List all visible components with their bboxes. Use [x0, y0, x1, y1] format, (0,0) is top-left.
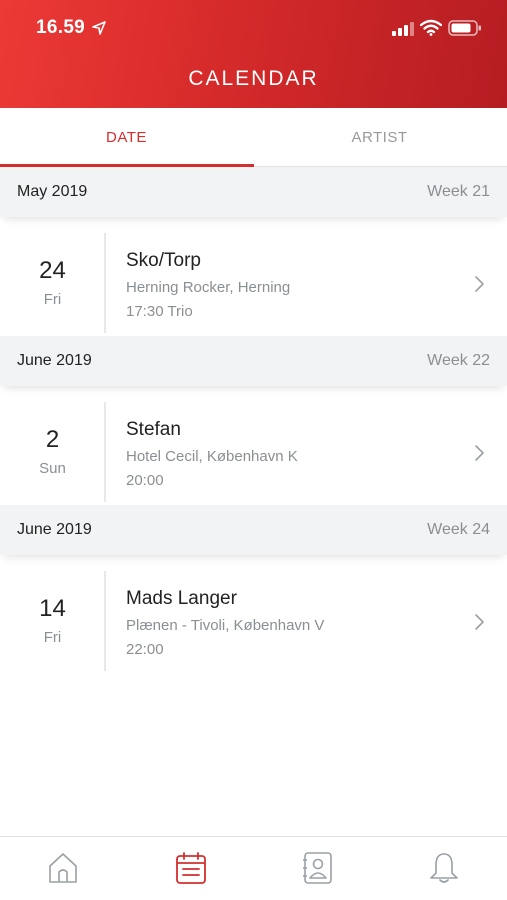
event-time: 20:00 [126, 472, 164, 489]
event-day: 2 [45, 426, 60, 453]
home-icon[interactable] [47, 851, 79, 885]
section-week: Week 24 [427, 521, 490, 538]
calendar-icon[interactable] [175, 851, 207, 885]
contacts-icon[interactable] [302, 851, 334, 885]
event-divider [104, 233, 106, 333]
app-header: 16.59 CALENDAR [0, 0, 507, 108]
event-weekday: Fri [43, 291, 62, 308]
chevron-right-icon [475, 614, 484, 630]
event-row[interactable]: 14 Fri Mads Langer Plænen - Tivoli, Købe… [0, 571, 507, 671]
bell-icon[interactable] [428, 851, 460, 885]
page-title: CALENDAR [188, 67, 319, 90]
status-bar: 16.59 [0, 0, 507, 56]
event-venue: Hotel Cecil, København K [126, 448, 298, 465]
event-time: 17:30 Trio [126, 303, 193, 320]
segment-tabs: DATE ARTIST [0, 108, 507, 167]
event-weekday: Fri [43, 629, 62, 646]
section-header: May 2019 Week 21 [0, 167, 507, 217]
battery-icon [448, 20, 481, 36]
status-time: 16.59 [36, 17, 86, 38]
event-name: Stefan [126, 419, 181, 440]
section-month: June 2019 [17, 352, 92, 369]
section-week: Week 21 [427, 183, 490, 200]
section-header: June 2019 Week 24 [0, 505, 507, 555]
section-week: Week 22 [427, 352, 490, 369]
cellular-signal-icon [392, 22, 414, 36]
event-day: 14 [39, 595, 66, 622]
event-venue: Herning Rocker, Herning [126, 279, 291, 296]
section-month: May 2019 [17, 183, 88, 200]
wifi-icon [420, 19, 442, 36]
location-arrow-icon [92, 21, 106, 35]
chevron-right-icon [475, 276, 484, 292]
event-divider [104, 402, 106, 502]
section-header: June 2019 Week 22 [0, 336, 507, 386]
section-month: June 2019 [17, 521, 92, 538]
event-venue: Plænen - Tivoli, København V [126, 617, 325, 634]
event-name: Mads Langer [126, 588, 237, 609]
event-weekday: Sun [39, 460, 66, 477]
tab-date[interactable]: DATE [0, 108, 253, 167]
event-time: 22:00 [126, 641, 164, 658]
event-day: 24 [39, 257, 66, 284]
event-name: Sko/Torp [126, 250, 201, 271]
bottom-tab-bar [0, 836, 507, 900]
tab-artist[interactable]: ARTIST [253, 108, 506, 167]
event-row[interactable]: 2 Sun Stefan Hotel Cecil, København K 20… [0, 402, 507, 502]
event-divider [104, 571, 106, 671]
event-row[interactable]: 24 Fri Sko/Torp Herning Rocker, Herning … [0, 233, 507, 333]
chevron-right-icon [475, 445, 484, 461]
